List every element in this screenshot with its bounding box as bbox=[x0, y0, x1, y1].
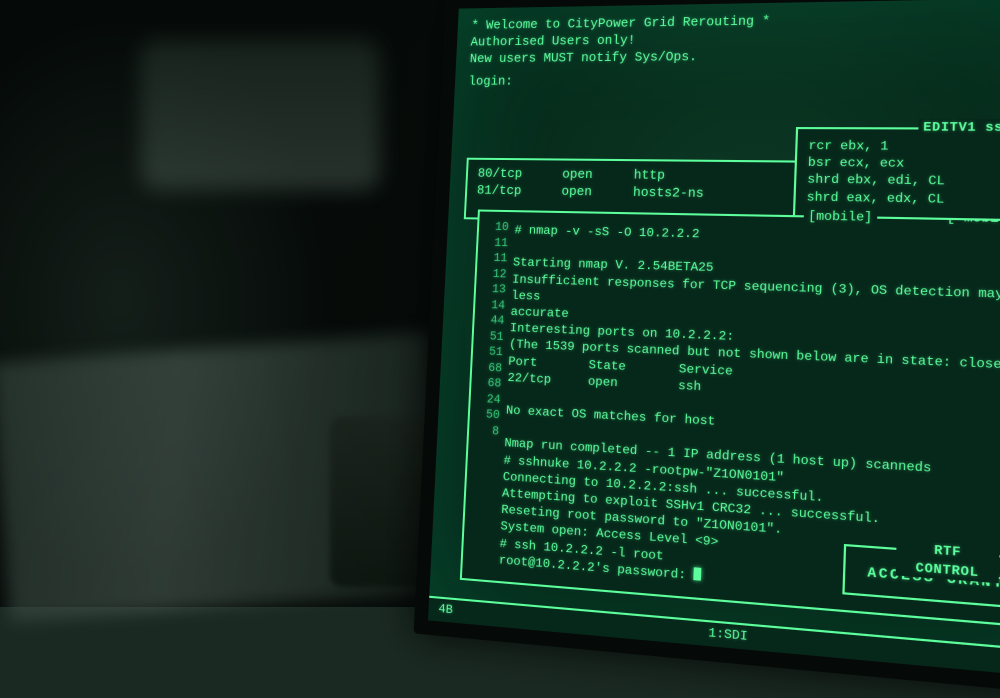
asm-line: rcr ebx, 1 bbox=[808, 138, 1000, 157]
login-prompt[interactable]: login: bbox=[468, 70, 1000, 91]
port-col: 81/tcp bbox=[477, 182, 522, 199]
asm-line: shrd eax, edx, CL bbox=[806, 189, 1000, 210]
status-center: 1:SDI bbox=[708, 624, 748, 645]
login-banner: * Welcome to CityPower Grid Rerouting * … bbox=[468, 8, 1000, 90]
state-col: open bbox=[562, 167, 593, 184]
terminal-screen[interactable]: * Welcome to CityPower Grid Rerouting * … bbox=[414, 0, 1000, 698]
editv1-tag: [mobile] bbox=[804, 208, 878, 226]
editv1-window[interactable]: EDITV1 sshnuke rcr ebx, 1 bsr ecx, ecx s… bbox=[793, 127, 1000, 222]
laptop-screen: * Welcome to CityPower Grid Rerouting * … bbox=[414, 0, 1000, 698]
port-col: 80/tcp bbox=[477, 166, 522, 183]
state-col: open bbox=[561, 184, 592, 202]
status-left: 4B bbox=[438, 601, 453, 619]
service-col: hosts2-ns bbox=[633, 185, 704, 203]
editv1-title: EDITV1 sshnuke bbox=[918, 119, 1000, 137]
service-col: http bbox=[633, 167, 665, 185]
cursor-icon bbox=[694, 567, 702, 580]
background-monitor-blur bbox=[140, 40, 380, 190]
